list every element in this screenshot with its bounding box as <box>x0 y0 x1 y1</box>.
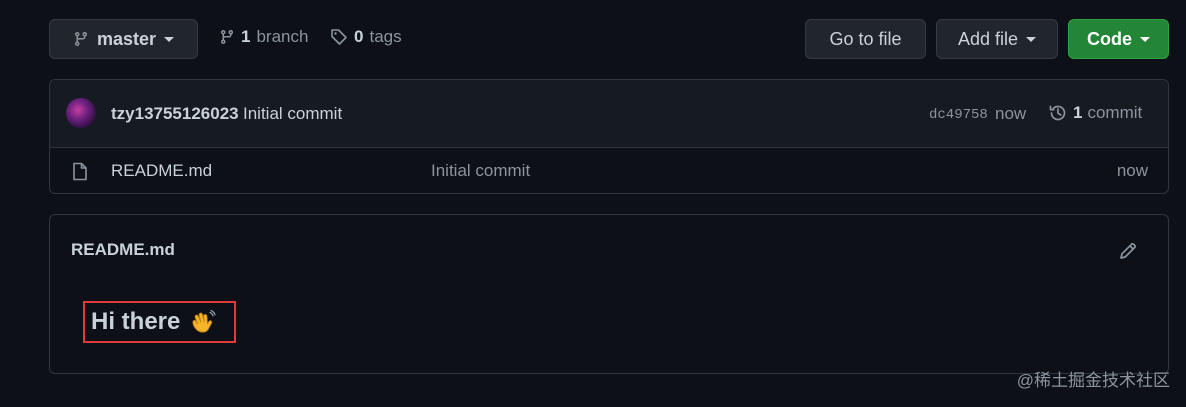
commit-time: now <box>995 104 1027 123</box>
pencil-icon[interactable] <box>1118 241 1138 261</box>
branch-selector-button[interactable]: master <box>49 19 198 59</box>
code-button[interactable]: Code <box>1068 19 1169 59</box>
commit-count: 1 <box>1073 103 1083 122</box>
file-time: now <box>1116 161 1148 180</box>
branch-count: 1 <box>241 27 251 46</box>
tags-link[interactable]: 0 tags <box>330 27 402 47</box>
add-file-button[interactable]: Add file <box>936 19 1058 59</box>
latest-commit-bar: tzy13755126023 Initial commit dc49758 no… <box>50 80 1168 148</box>
commit-author[interactable]: tzy13755126023 <box>111 104 239 124</box>
git-branch-icon <box>74 32 87 47</box>
commit-message[interactable]: Initial commit <box>243 104 342 124</box>
commit-sha[interactable]: dc49758 <box>929 107 988 123</box>
chevron-down-icon <box>164 36 175 42</box>
waving-hand-icon <box>192 309 216 333</box>
file-commit-message[interactable]: Initial commit <box>431 161 530 181</box>
avatar[interactable] <box>66 98 96 128</box>
go-to-file-button[interactable]: Go to file <box>805 19 926 59</box>
branches-link[interactable]: 1 branch <box>219 27 308 47</box>
tag-label: tags <box>369 27 402 46</box>
file-name[interactable]: README.md <box>111 161 212 181</box>
readme-heading-highlight: Hi there <box>83 301 236 343</box>
tag-icon <box>331 29 347 45</box>
readme-heading: Hi there <box>91 308 181 335</box>
commit-count-label: commit <box>1087 103 1143 122</box>
code-label: Code <box>1087 28 1132 49</box>
branch-label: branch <box>256 27 309 46</box>
branch-name: master <box>96 28 157 49</box>
history-icon <box>1049 105 1066 121</box>
file-row: README.md Initial commit now <box>50 148 1168 193</box>
file-icon <box>73 162 87 181</box>
readme-title[interactable]: README.md <box>71 240 175 260</box>
git-branch-icon <box>220 30 233 45</box>
add-file-label: Add file <box>957 28 1019 49</box>
commit-history-link[interactable]: 1 commit <box>1048 103 1142 123</box>
chevron-down-icon <box>1140 36 1150 42</box>
watermark: @稀土掘金技术社区 <box>1016 371 1170 390</box>
file-browser: tzy13755126023 Initial commit dc49758 no… <box>49 79 1169 194</box>
tag-count: 0 <box>354 27 364 46</box>
go-to-file-label: Go to file <box>829 28 902 49</box>
chevron-down-icon <box>1026 36 1037 42</box>
readme-panel: README.md Hi there <box>49 214 1169 374</box>
